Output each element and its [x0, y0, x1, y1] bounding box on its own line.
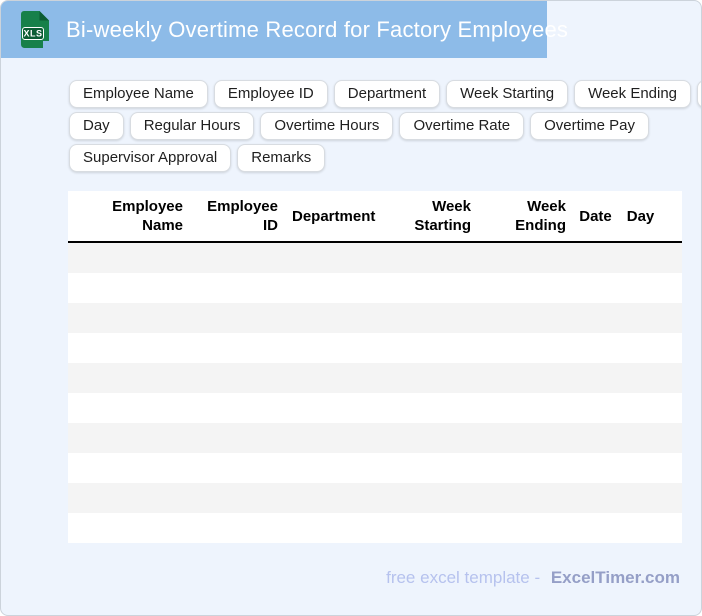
tag-chip-row: Supervisor Approval Remarks: [69, 144, 693, 172]
column-header: Week Ending: [515, 198, 566, 234]
table-row: [68, 393, 682, 423]
table-row: [68, 243, 682, 273]
tag-chip[interactable]: Supervisor Approval: [69, 144, 232, 172]
footer-text: free excel template -: [386, 568, 541, 587]
tag-chip[interactable]: Regular Hours: [129, 112, 255, 140]
tag-chip[interactable]: Overtime Rate: [399, 112, 525, 140]
title-banner: XLS Bi-weekly Overtime Record for Factor…: [1, 1, 568, 58]
tag-chip[interactable]: Week Ending: [574, 80, 692, 108]
footer-brand-link[interactable]: ExcelTimer.com: [551, 568, 680, 587]
page: XLS Bi-weekly Overtime Record for Factor…: [0, 0, 702, 616]
column-header: Employee Name: [112, 198, 183, 234]
tag-chip[interactable]: Employee ID: [213, 80, 328, 108]
tag-chip[interactable]: Date: [697, 80, 701, 108]
xls-icon-label: XLS: [23, 29, 42, 39]
tag-chip[interactable]: Remarks: [237, 144, 326, 172]
column-header: Week Starting: [414, 198, 471, 234]
tag-chip-list: Employee Name Employee ID Department Week S…: [69, 80, 701, 172]
page-title: Bi-weekly Overtime Record for Factory Em…: [66, 16, 569, 42]
table-body: [68, 243, 682, 543]
table-row: [68, 363, 682, 393]
tag-chip-row: Day Regular Hours Overtime Hours Overtime R…: [69, 112, 693, 140]
table-row: [68, 453, 682, 483]
tag-chip[interactable]: Week Starting: [446, 80, 569, 108]
spreadsheet-preview: Employee Name Employee ID Department Week S…: [68, 191, 682, 543]
tag-chip[interactable]: Overtime Hours: [260, 112, 394, 140]
tag-chip[interactable]: Day: [69, 112, 124, 140]
column-header: Department: [292, 207, 376, 225]
table-row: [68, 483, 682, 513]
table-row: [68, 333, 682, 363]
tag-chip[interactable]: Employee Name: [69, 80, 208, 108]
column-header: Day: [626, 207, 655, 225]
xls-file-icon: XLS: [21, 11, 49, 48]
tag-chip[interactable]: Overtime Pay: [530, 112, 649, 140]
table-header-row: Employee Name Employee ID Department Week S…: [68, 191, 682, 243]
column-header: Date: [579, 207, 612, 225]
table-row: [68, 513, 682, 543]
footer: free excel template - ExcelTimer.com: [1, 568, 701, 588]
column-header-filler: [663, 191, 682, 241]
column-header: [68, 191, 102, 241]
table-row: [68, 423, 682, 453]
table-row: [68, 303, 682, 333]
tag-chip[interactable]: Department: [333, 80, 441, 108]
column-header: Employee ID: [207, 198, 278, 234]
table-row: [68, 273, 682, 303]
tag-chip-row: Employee Name Employee ID Department Week S…: [69, 80, 701, 108]
